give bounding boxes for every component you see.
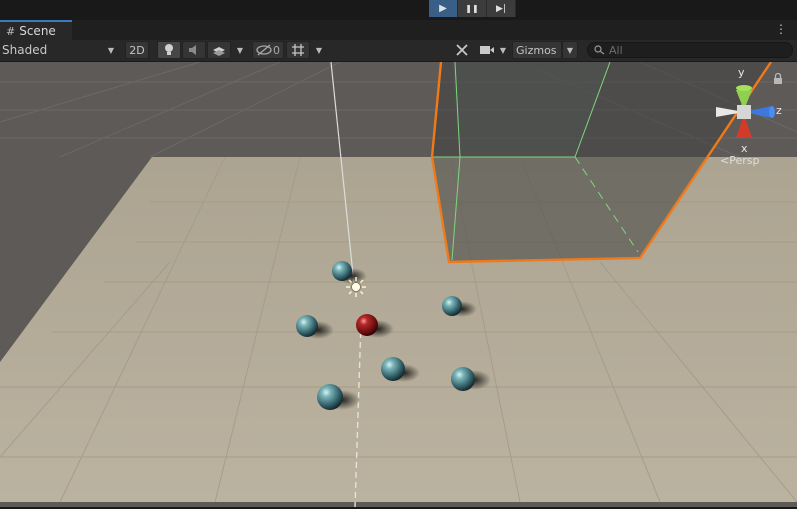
sun-light-icon[interactable]	[346, 277, 366, 297]
speaker-icon	[189, 45, 196, 55]
pause-button[interactable]: ❚❚	[458, 0, 487, 17]
scene-toolbar: Shaded ▼ 2D ▼ 0 ▼ ▼ Gizmos ▼ All	[0, 40, 797, 62]
sphere-teal[interactable]	[442, 296, 462, 316]
scene-viewport[interactable]: y z x <Persp	[0, 62, 797, 507]
effects-toggle-button[interactable]	[207, 41, 231, 59]
toggle-2d-button[interactable]: 2D	[125, 41, 149, 59]
window-tab-bar: # Scene	[0, 20, 797, 41]
tab-scene[interactable]: # Scene	[0, 20, 72, 40]
playmode-controls: ▶ ❚❚ ▶|	[429, 0, 516, 17]
perspective-icon: <	[720, 154, 730, 167]
scene-icon: #	[6, 24, 16, 38]
search-icon	[594, 45, 605, 55]
lock-icon[interactable]	[774, 72, 782, 85]
sphere-teal[interactable]	[451, 367, 475, 391]
sphere-teal[interactable]	[381, 357, 405, 381]
tools-icon	[456, 44, 468, 56]
grid-toggle-button[interactable]	[286, 41, 310, 59]
lighting-toggle-button[interactable]	[157, 41, 181, 59]
search-placeholder: All	[609, 43, 623, 57]
projection-label: Persp	[729, 154, 760, 167]
gizmo-z-label: z	[776, 104, 782, 117]
camera-dropdown[interactable]: ▼	[497, 41, 509, 59]
grid-icon	[292, 44, 304, 56]
chevron-down-icon: ▼	[236, 45, 244, 55]
sphere-teal[interactable]	[296, 315, 318, 337]
chevron-down-icon: ▼	[499, 45, 507, 55]
gizmos-dropdown[interactable]: ▼	[562, 41, 578, 59]
chevron-down-icon: ▼	[566, 45, 574, 55]
lightbulb-icon	[165, 44, 173, 55]
sphere-teal[interactable]	[332, 261, 352, 281]
step-icon: ▶|	[496, 3, 506, 14]
top-bar: ▶ ❚❚ ▶|	[0, 0, 797, 20]
camera-icon	[480, 46, 494, 54]
camera-button[interactable]	[478, 41, 496, 59]
window-menu-icon[interactable]: ⋮	[775, 22, 787, 36]
ground-plane[interactable]	[0, 157, 797, 502]
tab-scene-label: Scene	[19, 24, 56, 38]
gizmos-label: Gizmos	[516, 43, 557, 57]
play-button[interactable]: ▶	[429, 0, 458, 17]
effects-dropdown[interactable]: ▼	[233, 41, 247, 59]
shading-mode-dropdown[interactable]: Shaded ▼	[2, 41, 118, 59]
scene-render[interactable]	[0, 62, 797, 507]
hidden-count: 0	[273, 43, 280, 57]
tools-button[interactable]	[453, 41, 471, 59]
scene-visibility-button[interactable]: 0	[252, 41, 284, 59]
play-icon: ▶	[439, 3, 447, 14]
sphere-red[interactable]	[356, 314, 378, 336]
step-button[interactable]: ▶|	[487, 0, 516, 17]
gizmos-button[interactable]: Gizmos	[512, 41, 562, 59]
toggle-2d-label: 2D	[129, 43, 145, 57]
hidden-eye-icon	[256, 44, 272, 56]
shading-mode-label: Shaded	[2, 43, 48, 57]
grid-dropdown[interactable]: ▼	[312, 41, 326, 59]
audio-toggle-button[interactable]	[182, 41, 206, 59]
gizmo-y-label: y	[738, 66, 745, 79]
chevron-down-icon: ▼	[315, 45, 323, 55]
effects-icon	[213, 47, 225, 56]
projection-toggle[interactable]: <Persp	[720, 154, 759, 167]
chevron-down-icon: ▼	[107, 45, 114, 55]
pause-icon: ❚❚	[465, 4, 479, 13]
sphere-teal[interactable]	[317, 384, 343, 410]
search-field[interactable]: All	[587, 42, 793, 58]
